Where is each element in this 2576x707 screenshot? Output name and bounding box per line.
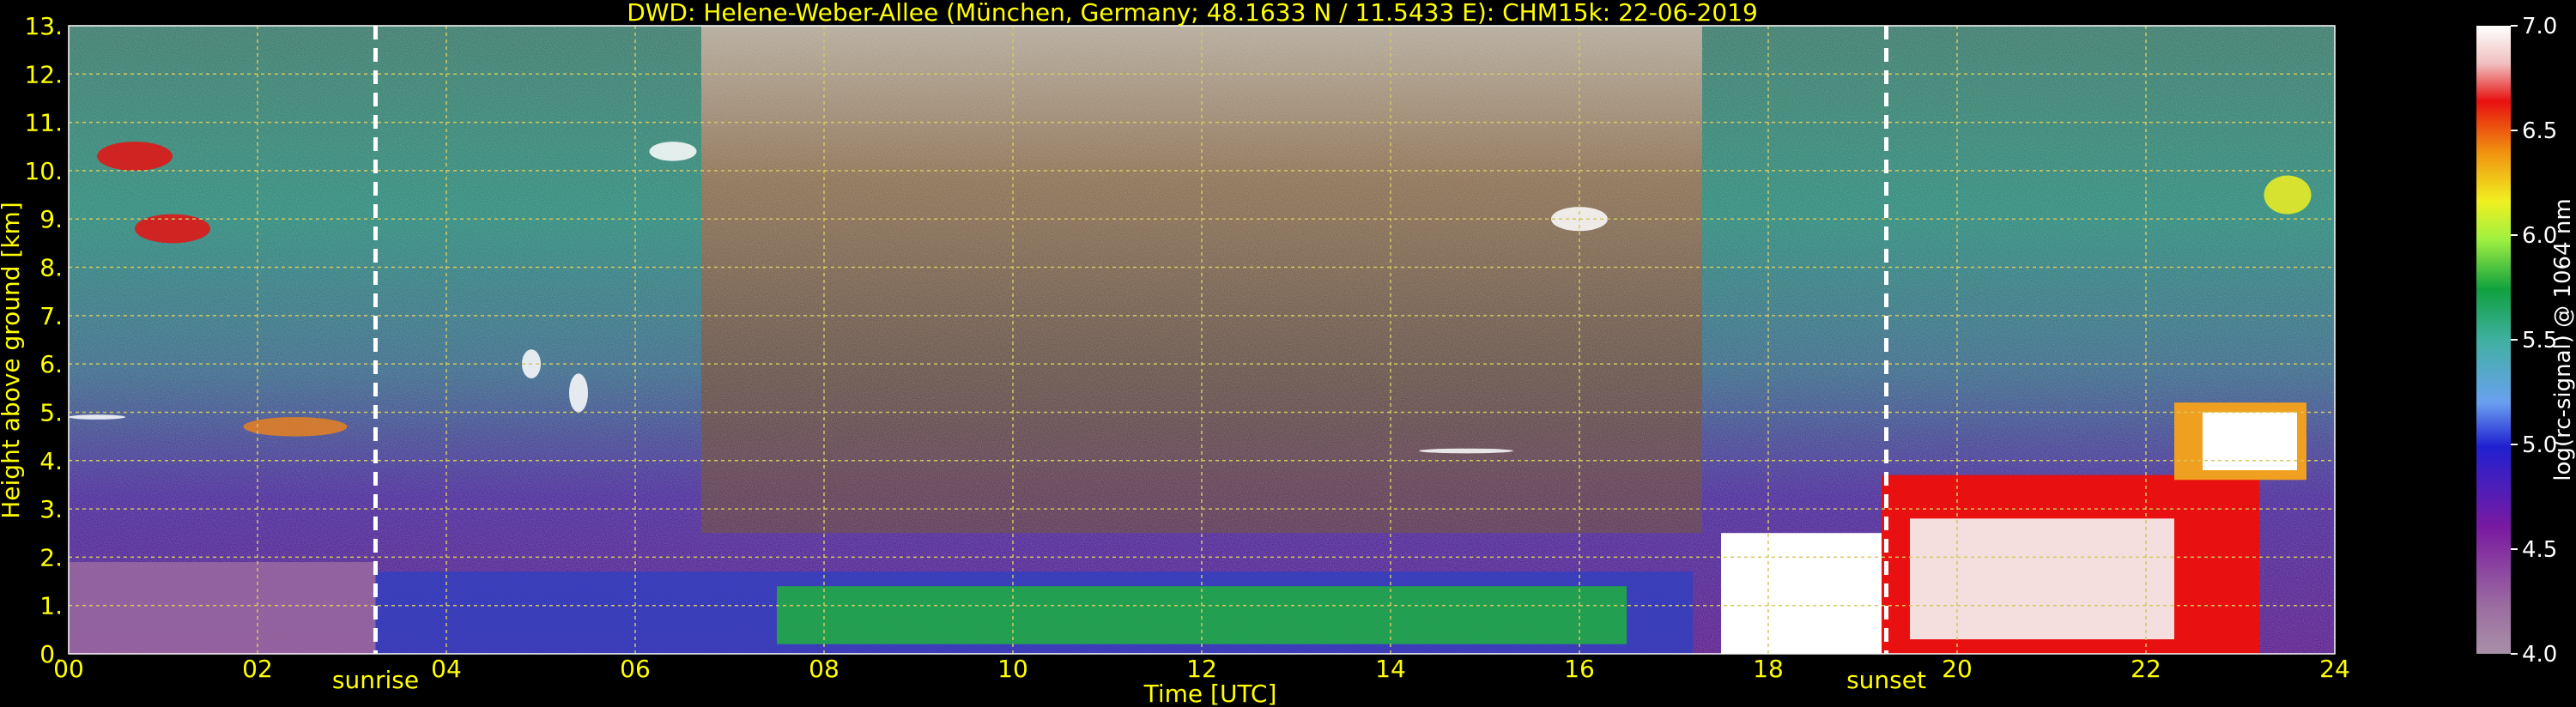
plot-area: [69, 26, 2335, 654]
x-tick-label: 18: [1753, 655, 1784, 683]
y-tick-label: 8.: [39, 254, 63, 282]
x-tick-label: 06: [620, 655, 651, 683]
thin-layer-2: [1419, 448, 1513, 454]
high-cloud-patch: [649, 142, 697, 161]
ceilometer-chart: 00 02 04 06 08 10 12 14 16 18 20 22 240.1.2.3.4.5.6.…: [0, 0, 2576, 707]
x-tick-label: 10: [997, 655, 1028, 683]
boundary-layer-aerosol: [777, 586, 1627, 644]
y-tick-label: 3.: [39, 495, 63, 523]
x-tick-label: 08: [809, 655, 839, 683]
colorbar-tick-label: 4.5: [2522, 537, 2557, 563]
colorbar-tick-label: 7.0: [2522, 14, 2557, 39]
cirrus-patch-4: [2264, 175, 2312, 215]
y-tick-label: 1.: [39, 592, 63, 620]
y-tick-label: 10.: [24, 157, 63, 185]
x-tick-label: 22: [2131, 655, 2161, 683]
colorbar: 4.04.55.05.56.06.57.0 log(rc-signal) @ 1…: [2476, 14, 2576, 668]
cirrus-patch-1: [97, 142, 173, 171]
chart-title: DWD: Helene-Weber-Allee (München, German…: [627, 0, 1758, 27]
y-tick-label: 13.: [24, 12, 63, 40]
y-tick-label: 0.: [39, 640, 63, 668]
low-cloud-core: [1910, 518, 2174, 640]
y-tick-label: 4.: [39, 447, 63, 475]
y-tick-label: 11.: [24, 109, 63, 137]
y-tick-label: 7.: [39, 302, 63, 330]
x-tick-label: 16: [1564, 655, 1595, 683]
colorbar-gradient: [2476, 26, 2511, 654]
y-tick-label: 12.: [24, 60, 63, 88]
y-axis-label: Height above ground [km]: [0, 202, 25, 519]
colorbar-tick-label: 4.0: [2522, 642, 2557, 668]
mid-cloud-patch-3: [243, 417, 348, 437]
y-tick-label: 6.: [39, 350, 63, 378]
x-tick-label: 14: [1375, 655, 1406, 683]
sunset-label: sunset: [1846, 666, 1926, 694]
y-tick-label: 5.: [39, 398, 63, 426]
x-tick-label: 24: [2319, 655, 2350, 683]
x-axis-label: Time [UTC]: [1143, 680, 1277, 707]
y-tick-label: 9.: [39, 205, 63, 233]
y-tick-label: 2.: [39, 543, 63, 571]
x-tick-label: 02: [242, 655, 273, 683]
cloud-top-core: [2203, 412, 2297, 471]
x-tick-label: 20: [1942, 655, 1973, 683]
x-tick-label: 04: [431, 655, 462, 683]
sunrise-label: sunrise: [332, 666, 419, 694]
thin-layer-1: [69, 414, 125, 420]
colorbar-tick-label: 6.5: [2522, 118, 2557, 144]
colorbar-label: log(rc-signal) @ 1064 nm: [2550, 198, 2576, 480]
mid-cloud-patch-2: [569, 373, 588, 413]
boundary-layer-night: [69, 562, 376, 654]
